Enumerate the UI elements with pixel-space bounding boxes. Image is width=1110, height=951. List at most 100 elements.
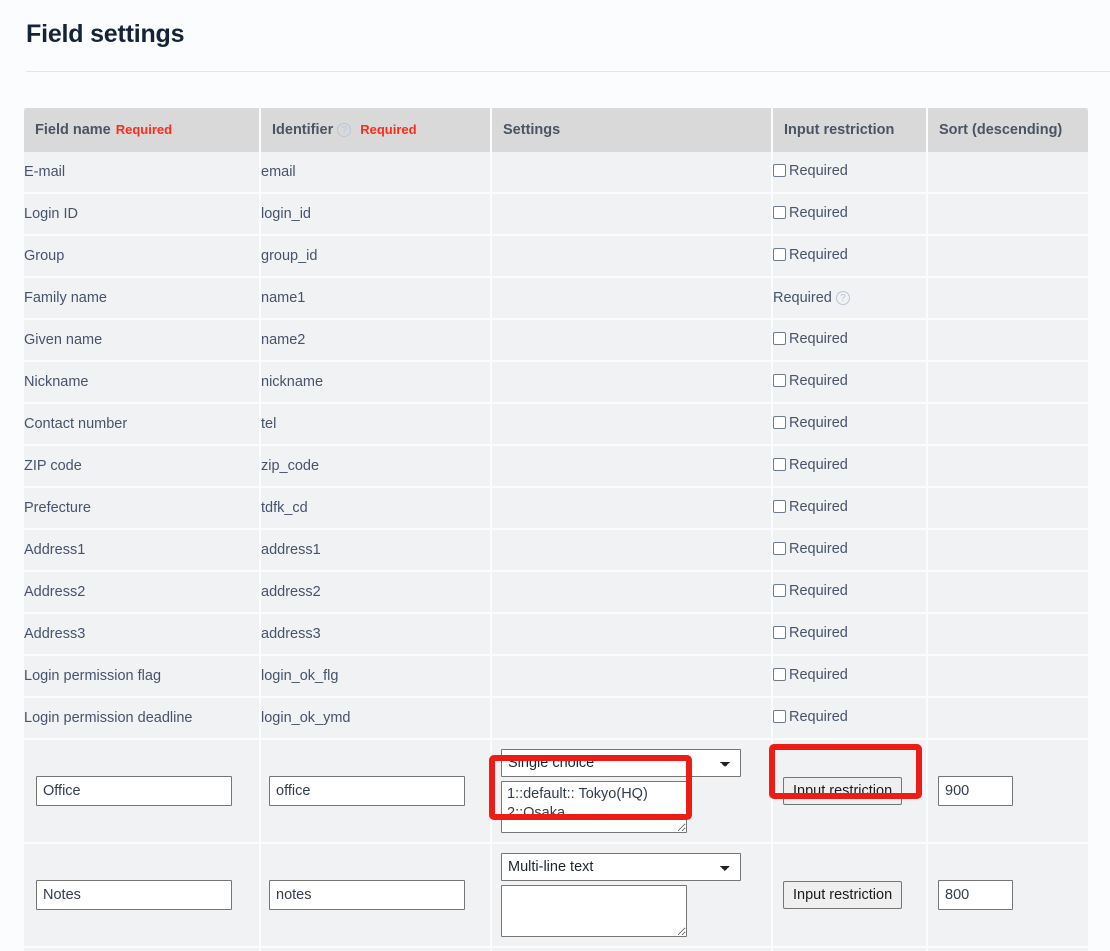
table-row: Family name name1 Required?: [24, 277, 1088, 320]
required-checkbox[interactable]: Required: [773, 541, 848, 557]
identifier-text: tel: [261, 416, 277, 432]
cell-identifier: zip_code: [260, 445, 492, 488]
required-checkbox-label: Required: [789, 666, 848, 683]
sort-order-input[interactable]: [938, 776, 1013, 806]
sort-order-input[interactable]: [938, 880, 1013, 910]
cell-settings: [491, 613, 773, 656]
identifier-input[interactable]: [269, 776, 465, 806]
cell-identifier: name2: [260, 319, 492, 362]
field-name-text: Nickname: [24, 374, 89, 390]
table-row-editable: No selectionSingle choiceMulti-line text…: [24, 843, 1088, 948]
required-checkbox[interactable]: Required: [773, 415, 848, 431]
cell-sort: [927, 655, 1088, 698]
identifier-text: login_ok_ymd: [261, 710, 351, 726]
field-name-input[interactable]: [36, 880, 232, 910]
checkbox-box[interactable]: [773, 626, 786, 640]
identifier-text: name1: [261, 290, 306, 306]
required-checkbox[interactable]: Required: [773, 625, 848, 641]
cell-sort: [927, 843, 1088, 948]
help-circle-icon[interactable]: ?: [337, 123, 352, 137]
cell-sort: [927, 403, 1088, 446]
required-checkbox-label: Required: [789, 582, 848, 599]
checkbox-box[interactable]: [773, 164, 786, 178]
cell-field-name: Address1: [24, 529, 261, 572]
checkbox-box[interactable]: [773, 710, 786, 724]
checkbox-box[interactable]: [773, 668, 786, 682]
cell-field-name: Login permission deadline: [24, 697, 261, 740]
cell-identifier: address1: [260, 529, 492, 572]
required-checkbox[interactable]: Required: [773, 583, 848, 599]
cell-settings: [491, 277, 773, 320]
cell-identifier: [260, 739, 492, 844]
table-row: Prefecture tdfk_cd Required: [24, 487, 1088, 530]
cell-settings: [491, 235, 773, 278]
cell-input-restriction: Required: [772, 319, 928, 362]
checkbox-box[interactable]: [773, 374, 786, 388]
identifier-text: group_id: [261, 248, 318, 264]
checkbox-box[interactable]: [773, 458, 786, 472]
checkbox-box[interactable]: [773, 248, 786, 262]
required-checkbox-label: Required: [789, 624, 848, 641]
field-name-text: Address1: [24, 542, 86, 558]
required-checkbox[interactable]: Required: [773, 205, 848, 221]
required-checkbox[interactable]: Required: [773, 331, 848, 347]
checkbox-box[interactable]: [773, 500, 786, 514]
table-row: Address2 address2 Required: [24, 571, 1088, 614]
cell-input-restriction: Required: [772, 529, 928, 572]
input-restriction-button[interactable]: Input restriction: [783, 881, 903, 909]
identifier-input[interactable]: [269, 880, 465, 910]
field-settings-page: Field settings Field name Required Identi…: [0, 0, 1110, 951]
field-name-text: E-mail: [24, 164, 66, 180]
cell-identifier: group_id: [260, 235, 492, 278]
column-header-label: Settings: [503, 122, 561, 138]
required-checkbox[interactable]: Required: [773, 457, 848, 473]
required-checkbox[interactable]: Required: [773, 499, 848, 515]
checkbox-box[interactable]: [773, 584, 786, 598]
cell-field-name: [24, 843, 261, 948]
cell-field-name: Given name: [24, 319, 261, 362]
field-type-select[interactable]: No selectionSingle choiceMulti-line text: [501, 749, 741, 777]
cell-field-name: [24, 947, 261, 951]
cell-sort: [927, 445, 1088, 488]
field-settings-table-wrap: Field name Required Identifier? Required S…: [24, 108, 1088, 951]
field-name-input[interactable]: [36, 776, 232, 806]
cell-field-name: Login permission flag: [24, 655, 261, 698]
cell-input-restriction: Required: [772, 487, 928, 530]
field-settings-table: Field name Required Identifier? Required S…: [24, 108, 1088, 951]
column-header-identifier: Identifier? Required: [260, 108, 492, 152]
field-type-select[interactable]: No selectionSingle choiceMulti-line text: [501, 853, 741, 881]
cell-field-name: E-mail: [24, 152, 261, 194]
column-header-settings: Settings: [491, 108, 773, 152]
cell-settings: [491, 152, 773, 194]
required-checkbox[interactable]: Required: [773, 373, 848, 389]
required-checkbox[interactable]: Required: [773, 247, 848, 263]
checkbox-box[interactable]: [773, 206, 786, 220]
cell-input-restriction: Required: [772, 235, 928, 278]
field-name-text: Login ID: [24, 206, 79, 222]
choices-textarea[interactable]: [501, 885, 687, 937]
cell-settings: No selectionSingle choiceMulti-line text: [491, 843, 773, 948]
choices-textarea[interactable]: 1::default:: Tokyo(HQ) 2::Osaka: [501, 781, 687, 833]
required-checkbox[interactable]: Required: [773, 709, 848, 725]
cell-settings: No selectionSingle choiceMulti-line text…: [491, 739, 773, 844]
cell-sort: [927, 739, 1088, 844]
cell-input-restriction: Required: [772, 193, 928, 236]
required-checkbox[interactable]: Required: [773, 163, 848, 179]
table-header-row: Field name Required Identifier? Required S…: [24, 108, 1088, 152]
cell-identifier: login_id: [260, 193, 492, 236]
field-name-text: ZIP code: [24, 458, 82, 474]
identifier-text: zip_code: [261, 458, 320, 474]
cell-input-restriction: Input restriction: [772, 739, 928, 844]
help-circle-icon[interactable]: ?: [835, 291, 850, 305]
cell-settings: [491, 571, 773, 614]
cell-sort: [927, 277, 1088, 320]
column-header-label: Input restriction: [784, 122, 895, 138]
checkbox-box[interactable]: [773, 332, 786, 346]
cell-sort: [927, 487, 1088, 530]
field-name-text: Login permission deadline: [24, 710, 193, 726]
required-checkbox[interactable]: Required: [773, 667, 848, 683]
input-restriction-button[interactable]: Input restriction: [783, 777, 903, 805]
checkbox-box[interactable]: [773, 416, 786, 430]
checkbox-box[interactable]: [773, 542, 786, 556]
cell-sort: [927, 361, 1088, 404]
